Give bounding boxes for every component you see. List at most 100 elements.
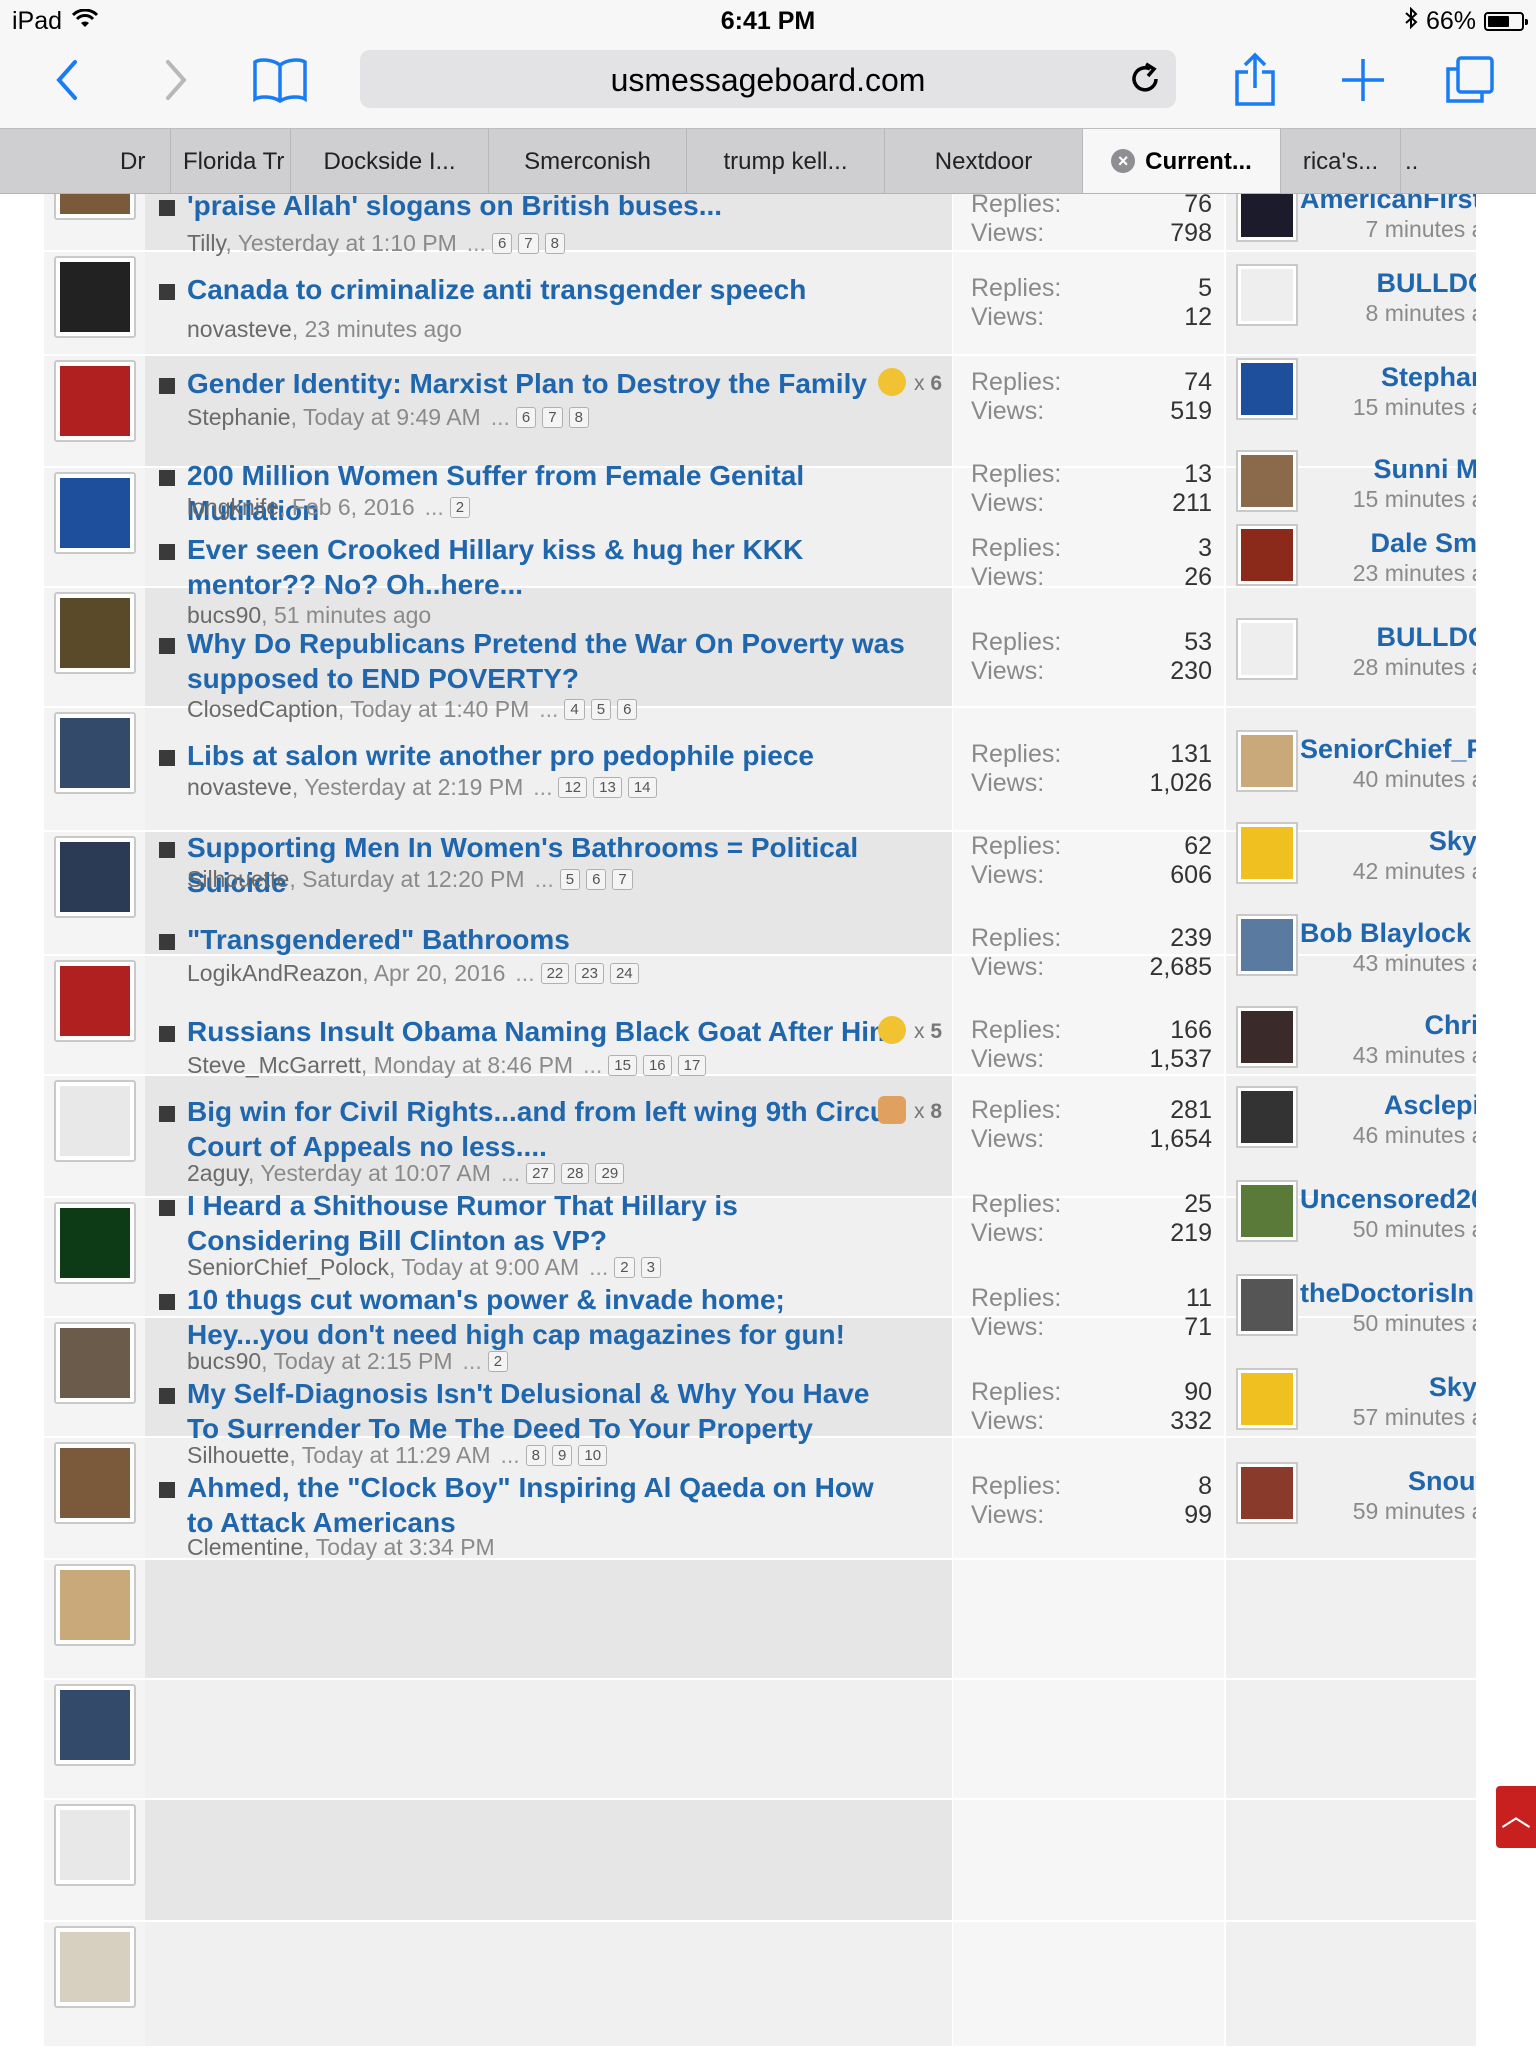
- last-poster-avatar[interactable]: [1236, 194, 1298, 242]
- page-link[interactable]: 4: [564, 699, 585, 720]
- last-poster-avatar[interactable]: [1236, 524, 1298, 586]
- last-post-time[interactable]: 15 minutes ago: [1330, 392, 1476, 423]
- thread-author[interactable]: Tilly: [187, 230, 225, 256]
- last-poster-avatar[interactable]: [1236, 914, 1298, 976]
- thread-title[interactable]: 10 thugs cut woman's power & invade home…: [187, 1282, 907, 1352]
- page-link[interactable]: 7: [518, 233, 539, 254]
- page-link[interactable]: 27: [526, 1163, 555, 1184]
- page-link[interactable]: 23: [575, 963, 604, 984]
- page-link[interactable]: 28: [560, 1163, 590, 1184]
- avatar[interactable]: [54, 1322, 136, 1404]
- last-post-time[interactable]: 43 minutes ago: [1330, 948, 1476, 979]
- tab-9[interactable]: ..: [1400, 129, 1470, 193]
- thread-title[interactable]: Russians Insult Obama Naming Black Goat …: [187, 1014, 907, 1049]
- tab-4[interactable]: Smerconish: [488, 129, 686, 193]
- last-poster-name[interactable]: Skylar: [1429, 826, 1476, 857]
- last-post-time[interactable]: 50 minutes ago: [1330, 1214, 1476, 1245]
- page-link[interactable]: 5: [590, 699, 612, 720]
- thread-date[interactable]: Today at 3:34 PM: [316, 1534, 495, 1560]
- thread-author[interactable]: ClosedCaption: [187, 696, 338, 722]
- page-link[interactable]: 3: [640, 1257, 661, 1278]
- thread-author[interactable]: Silhouette: [187, 866, 289, 892]
- thread-date[interactable]: Today at 11:29 AM: [302, 1442, 491, 1468]
- thread-date[interactable]: Today at 1:40 PM: [350, 696, 529, 722]
- back-icon[interactable]: [38, 50, 98, 110]
- thread-row[interactable]: My Self-Diagnosis Isn't Delusional & Why…: [44, 1368, 1476, 1922]
- last-poster-avatar[interactable]: [1236, 1462, 1298, 1524]
- tab-8[interactable]: rica's...: [1280, 129, 1400, 193]
- last-poster-name[interactable]: Sunni Man: [1374, 454, 1477, 485]
- page-link[interactable]: 2: [614, 1257, 635, 1278]
- avatar[interactable]: [54, 1804, 136, 1886]
- bookmarks-icon[interactable]: [250, 50, 310, 110]
- thread-author[interactable]: SeniorChief_Polock: [187, 1254, 389, 1280]
- avatar[interactable]: [54, 592, 136, 674]
- page-link[interactable]: 6: [586, 869, 607, 890]
- avatar[interactable]: [54, 836, 136, 918]
- reaction-summary[interactable]: x 6: [877, 368, 942, 396]
- page-link[interactable]: 17: [677, 1055, 707, 1076]
- last-poster-name[interactable]: theDoctorisIn: [1300, 1278, 1474, 1309]
- last-poster-name[interactable]: AmericanFirst: [1300, 194, 1476, 215]
- avatar[interactable]: [54, 1442, 136, 1524]
- last-poster-avatar[interactable]: [1236, 264, 1298, 326]
- page-link[interactable]: 5: [559, 869, 581, 890]
- thread-date[interactable]: Yesterday at 1:10 PM: [238, 230, 457, 256]
- tab-3[interactable]: Dockside I...: [290, 129, 488, 193]
- last-poster-avatar[interactable]: [1236, 1180, 1298, 1242]
- tab-1[interactable]: Dr: [120, 129, 152, 193]
- last-poster-avatar[interactable]: [1236, 358, 1298, 420]
- last-post-time[interactable]: 46 minutes ago: [1330, 1120, 1476, 1151]
- thread-title[interactable]: My Self-Diagnosis Isn't Delusional & Why…: [187, 1376, 907, 1446]
- url-text[interactable]: usmessageboard.com: [360, 62, 1176, 99]
- last-poster-name[interactable]: BULLDOG: [1377, 622, 1476, 653]
- reload-icon[interactable]: [1126, 60, 1164, 98]
- avatar[interactable]: [54, 1202, 136, 1284]
- last-post-time[interactable]: 15 minutes ago: [1330, 484, 1476, 515]
- last-poster-avatar[interactable]: [1236, 1274, 1298, 1336]
- thread-title[interactable]: Why Do Republicans Pretend the War On Po…: [187, 626, 907, 696]
- tab-2[interactable]: Florida Tr: [170, 129, 290, 193]
- avatar[interactable]: [54, 472, 136, 554]
- thread-author[interactable]: 2aguy: [187, 1160, 248, 1186]
- last-poster-avatar[interactable]: [1236, 618, 1298, 680]
- page-link[interactable]: 14: [627, 777, 657, 798]
- scroll-to-top-button[interactable]: ︿: [1496, 1786, 1536, 1848]
- forward-icon[interactable]: [145, 50, 205, 110]
- last-post-time[interactable]: 8 minutes ago: [1330, 298, 1476, 329]
- avatar[interactable]: [54, 194, 136, 220]
- avatar[interactable]: [54, 1684, 136, 1766]
- thread-author[interactable]: bucs90: [187, 1348, 261, 1374]
- last-post-time[interactable]: 40 minutes ago: [1330, 764, 1476, 795]
- thread-title[interactable]: Ever seen Crooked Hillary kiss & hug her…: [187, 532, 907, 602]
- thread-row[interactable]: I Heard a Shithouse Rumor That Hillary i…: [44, 1180, 1476, 1680]
- reaction-summary[interactable]: x 8: [877, 1096, 942, 1124]
- thread-author[interactable]: Steve_McGarrett: [187, 1052, 361, 1078]
- thread-date[interactable]: Monday at 8:46 PM: [374, 1052, 573, 1078]
- thread-title[interactable]: Libs at salon write another pro pedophil…: [187, 738, 907, 773]
- last-poster-name[interactable]: ChrisL: [1424, 1010, 1476, 1041]
- page-link[interactable]: 10: [578, 1445, 608, 1466]
- last-poster-name[interactable]: Snouter: [1408, 1466, 1476, 1497]
- thread-author[interactable]: Stephanie: [187, 404, 291, 430]
- page-link[interactable]: 16: [642, 1055, 672, 1076]
- tab-6[interactable]: Nextdoor: [884, 129, 1082, 193]
- last-poster-avatar[interactable]: [1236, 450, 1298, 512]
- thread-date[interactable]: Today at 2:15 PM: [274, 1348, 453, 1374]
- thread-author[interactable]: bucs90: [187, 602, 261, 628]
- new-tab-icon[interactable]: [1333, 50, 1393, 110]
- last-poster-avatar[interactable]: [1236, 822, 1298, 884]
- page-link[interactable]: 24: [609, 963, 639, 984]
- share-icon[interactable]: [1225, 50, 1285, 110]
- reaction-summary[interactable]: x 5: [877, 1016, 942, 1044]
- thread-title[interactable]: 'praise Allah' slogans on British buses.…: [187, 194, 907, 223]
- page-link[interactable]: 2: [449, 497, 471, 518]
- thread-title[interactable]: I Heard a Shithouse Rumor That Hillary i…: [187, 1188, 907, 1258]
- thread-title[interactable]: Big win for Civil Rights...and from left…: [187, 1094, 907, 1164]
- avatar[interactable]: [54, 256, 136, 338]
- last-poster-name[interactable]: Dale Smith: [1370, 528, 1476, 559]
- tab-5[interactable]: trump kell...: [686, 129, 884, 193]
- avatar[interactable]: [54, 1080, 136, 1162]
- thread-date[interactable]: 23 minutes ago: [305, 316, 462, 342]
- last-poster-name[interactable]: Asclepias: [1384, 1090, 1476, 1121]
